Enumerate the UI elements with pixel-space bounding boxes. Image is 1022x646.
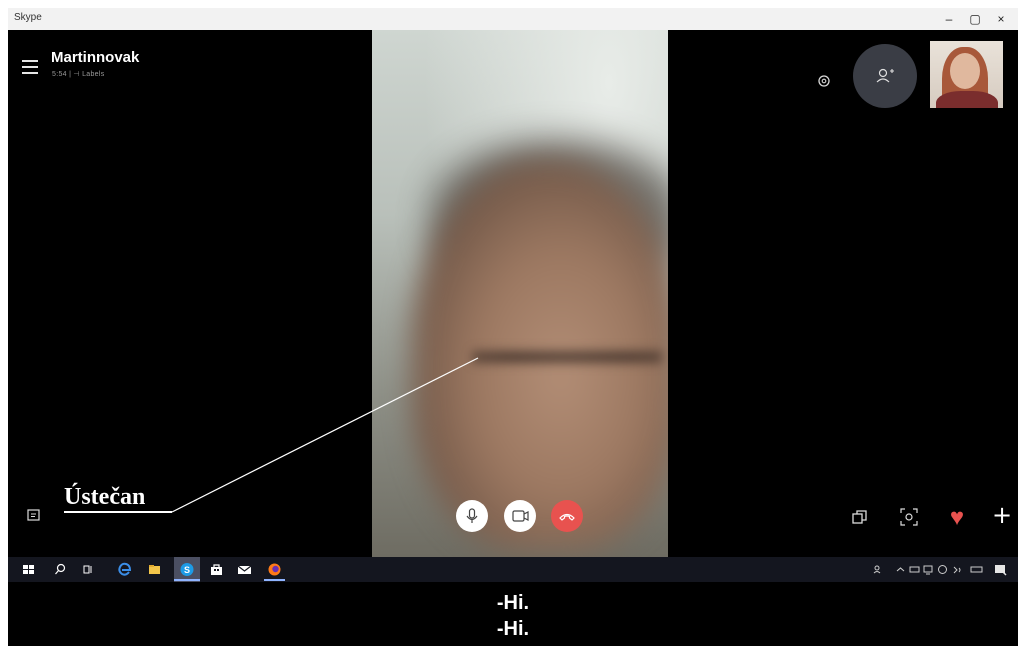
- call-info: 5:54 | ⊣ Labels: [52, 71, 105, 78]
- firefox-icon[interactable]: [266, 561, 283, 578]
- settings-icon[interactable]: [816, 73, 832, 89]
- search-icon[interactable]: [52, 561, 69, 578]
- file-explorer-icon[interactable]: [146, 561, 163, 578]
- subtitle-line-2: -Hi.: [496, 618, 530, 640]
- active-app-indicator: [174, 579, 200, 581]
- window-title: Skype: [14, 12, 42, 23]
- annotation-underline: [64, 511, 172, 513]
- call-stage: Martinnovak 5:54 | ⊣ Labels Ústečan ♥ +: [8, 30, 1018, 557]
- video-button[interactable]: [504, 500, 536, 532]
- screen: Skype – ▢ × Martinnovak 5:54 | ⊣ Labels: [8, 8, 1018, 646]
- people-icon[interactable]: [870, 561, 887, 578]
- video-camera-icon: [512, 510, 529, 522]
- subtitle-line-1: -Hi.: [496, 592, 530, 614]
- remote-video: [372, 30, 668, 557]
- firefox-running-indicator: [264, 579, 285, 581]
- maximize-button[interactable]: ▢: [962, 11, 988, 27]
- microphone-icon: [466, 508, 478, 523]
- keyboard-icon[interactable]: [950, 561, 967, 578]
- svg-text:S: S: [184, 565, 190, 575]
- hang-up-icon: [559, 513, 575, 521]
- volume-icon[interactable]: [934, 561, 951, 578]
- chat-icon[interactable]: [26, 508, 42, 524]
- microphone-button[interactable]: [456, 500, 488, 532]
- heart-icon[interactable]: ♥: [944, 505, 970, 531]
- windows-start-icon[interactable]: [20, 561, 37, 578]
- window-title-bar: Skype – ▢ ×: [8, 8, 1018, 30]
- annotation-label: Ústečan: [64, 484, 146, 510]
- self-view[interactable]: [930, 41, 1003, 108]
- minimize-button[interactable]: –: [936, 11, 962, 27]
- switch-camera-icon[interactable]: [851, 508, 869, 526]
- mail-icon[interactable]: [236, 561, 253, 578]
- add-people-button[interactable]: [853, 44, 917, 108]
- language-icon[interactable]: [968, 561, 985, 578]
- plus-icon[interactable]: +: [990, 501, 1014, 529]
- contact-name: Martinnovak: [51, 49, 140, 66]
- store-icon[interactable]: [208, 561, 225, 578]
- taskbar: S: [8, 557, 1018, 582]
- notification-icon[interactable]: [992, 561, 1009, 578]
- hang-up-button[interactable]: [551, 500, 583, 532]
- hamburger-menu-icon[interactable]: [22, 60, 38, 74]
- close-button[interactable]: ×: [988, 11, 1014, 27]
- add-people-icon: [876, 68, 894, 83]
- snapshot-icon[interactable]: [899, 507, 919, 527]
- task-view-icon[interactable]: [80, 561, 97, 578]
- subtitles: -Hi. -Hi.: [8, 582, 1018, 646]
- edge-icon[interactable]: [116, 561, 133, 578]
